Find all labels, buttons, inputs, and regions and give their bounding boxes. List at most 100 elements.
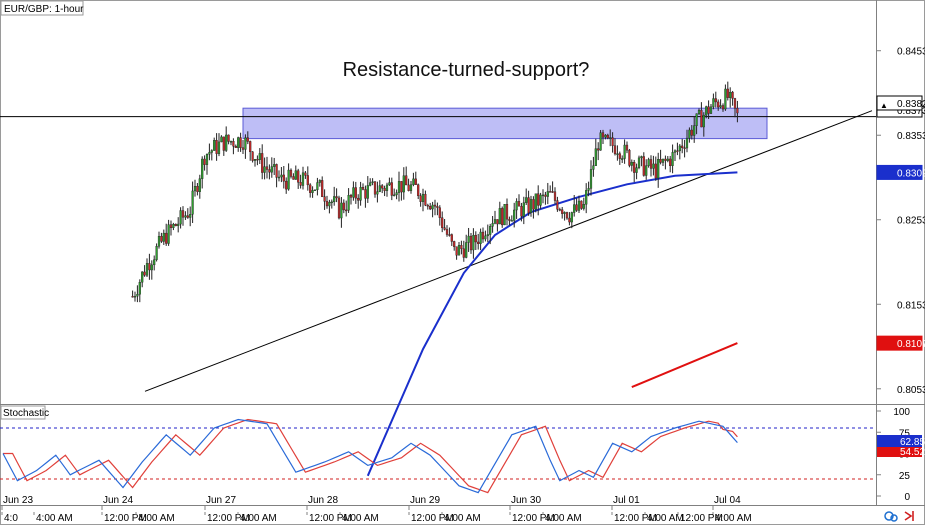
candle[interactable] [196,182,199,196]
candle[interactable] [659,149,662,165]
candle[interactable] [239,132,242,152]
candle[interactable] [381,184,384,194]
candle[interactable] [527,190,530,216]
candle[interactable] [640,155,643,167]
candle[interactable] [337,195,341,220]
candle[interactable] [349,193,353,205]
candle[interactable] [297,168,300,189]
candle[interactable] [371,178,374,186]
candle[interactable] [625,141,629,154]
candle[interactable] [237,136,240,152]
candle[interactable] [160,232,163,243]
candle[interactable] [558,207,561,212]
candle[interactable] [532,196,535,219]
candle[interactable] [729,87,732,108]
candle[interactable] [277,170,281,182]
candle[interactable] [510,215,513,222]
candle[interactable] [141,271,144,288]
candle[interactable] [335,188,338,203]
candle[interactable] [148,253,151,280]
candle[interactable] [426,203,429,210]
candle[interactable] [671,144,674,174]
candle[interactable] [642,152,645,177]
candle[interactable] [669,155,672,173]
candle[interactable] [597,142,600,161]
candle[interactable] [568,212,571,226]
candle[interactable] [378,180,381,193]
candle[interactable] [496,219,499,232]
candle[interactable] [258,148,261,164]
candle[interactable] [395,189,398,200]
candle[interactable] [580,200,583,210]
candle[interactable] [433,199,437,216]
candle[interactable] [448,227,451,237]
candle[interactable] [172,222,175,231]
stochastic-d-line[interactable] [3,418,738,494]
candle[interactable] [477,233,480,250]
candle[interactable] [294,165,297,180]
candle[interactable] [501,206,504,228]
candle[interactable] [162,229,165,245]
candle[interactable] [664,155,667,170]
candle[interactable] [635,163,638,180]
candle[interactable] [493,210,497,225]
candle[interactable] [131,290,134,298]
candle[interactable] [150,260,153,280]
candle[interactable] [474,231,477,251]
candle[interactable] [208,143,211,161]
candle[interactable] [450,233,453,247]
candle[interactable] [220,135,223,143]
candle[interactable] [678,144,681,160]
candle[interactable] [215,133,218,161]
candle[interactable] [165,223,168,246]
candle[interactable] [261,144,264,180]
candle[interactable] [719,99,722,109]
candle[interactable] [397,171,401,202]
candle[interactable] [301,166,305,190]
candle[interactable] [210,149,213,161]
candle[interactable] [412,172,415,187]
candle[interactable] [193,179,197,197]
candle[interactable] [589,160,593,196]
candle[interactable] [201,156,204,189]
candle[interactable] [551,181,554,193]
candle[interactable] [438,205,441,226]
candle[interactable] [479,228,482,251]
candle[interactable] [628,148,631,168]
candle[interactable] [666,156,669,163]
candle[interactable] [287,163,290,191]
candle[interactable] [299,174,302,189]
candle[interactable] [709,104,713,114]
candle[interactable] [565,211,569,220]
candle[interactable] [731,90,734,106]
candle[interactable] [328,199,331,214]
candle[interactable] [400,181,403,201]
candle[interactable] [186,208,189,219]
candle[interactable] [647,157,650,168]
candle[interactable] [431,201,434,218]
candle[interactable] [546,182,549,205]
candle[interactable] [402,167,405,200]
candle[interactable] [429,202,432,211]
candle[interactable] [232,138,235,155]
candle[interactable] [253,158,257,167]
candle[interactable] [457,241,461,256]
candle[interactable] [388,177,391,186]
candle[interactable] [318,179,321,187]
candle[interactable] [724,84,727,111]
candle[interactable] [340,196,343,228]
candle[interactable] [181,206,185,226]
candle[interactable] [556,196,559,212]
candle[interactable] [654,156,657,181]
candle[interactable] [191,181,194,223]
candle[interactable] [155,243,158,262]
candle[interactable] [681,138,684,154]
candle[interactable] [285,177,288,194]
candle[interactable] [436,202,439,216]
candle[interactable] [577,195,581,213]
candle[interactable] [508,216,511,226]
candle[interactable] [453,240,456,251]
candle[interactable] [505,198,509,226]
candle[interactable] [455,246,458,260]
candle[interactable] [311,186,314,198]
